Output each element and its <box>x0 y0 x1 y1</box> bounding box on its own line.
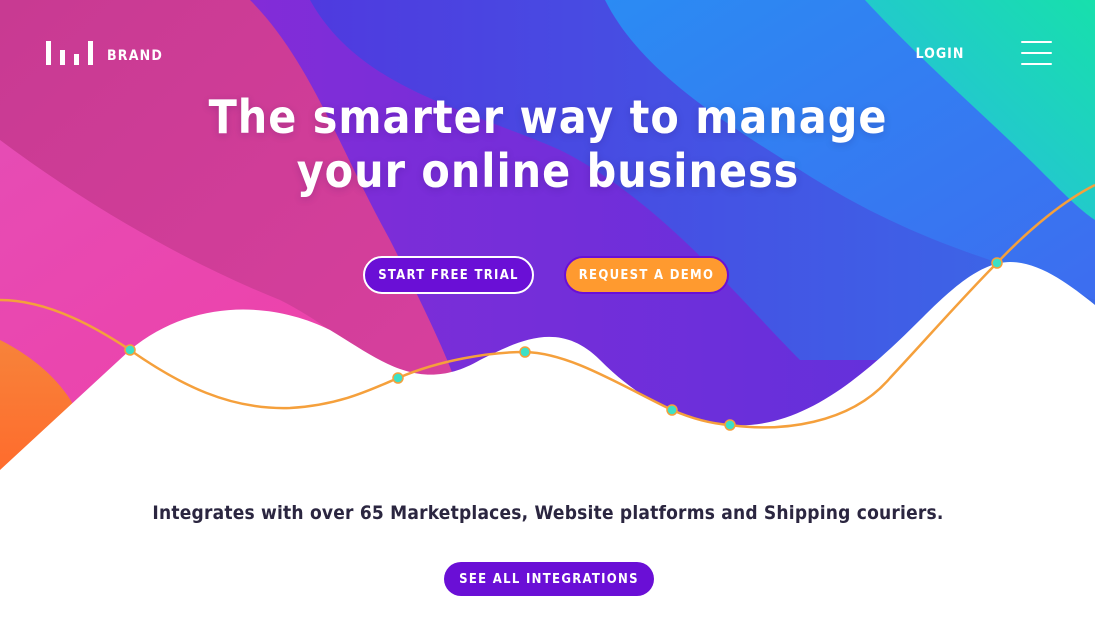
hero-title: The smarter way to manage your online bu… <box>148 90 948 198</box>
integrations-text: Integrates with over 65 Marketplaces, We… <box>152 502 944 524</box>
brand-logo[interactable]: BRAND <box>46 41 163 65</box>
brand-name: BRAND <box>107 48 164 64</box>
login-link[interactable]: LOGIN <box>900 44 980 64</box>
hero-title-line-1: The smarter way to manage <box>208 90 888 144</box>
hamburger-menu-icon[interactable] <box>1021 41 1052 65</box>
start-free-trial-button[interactable]: START FREE TRIAL <box>363 256 534 294</box>
bar-logo-icon <box>46 41 93 65</box>
hero-title-line-2: your online business <box>296 144 800 198</box>
request-demo-button[interactable]: REQUEST A DEMO <box>564 256 729 294</box>
see-all-integrations-button[interactable]: SEE ALL INTEGRATIONS <box>444 562 654 596</box>
